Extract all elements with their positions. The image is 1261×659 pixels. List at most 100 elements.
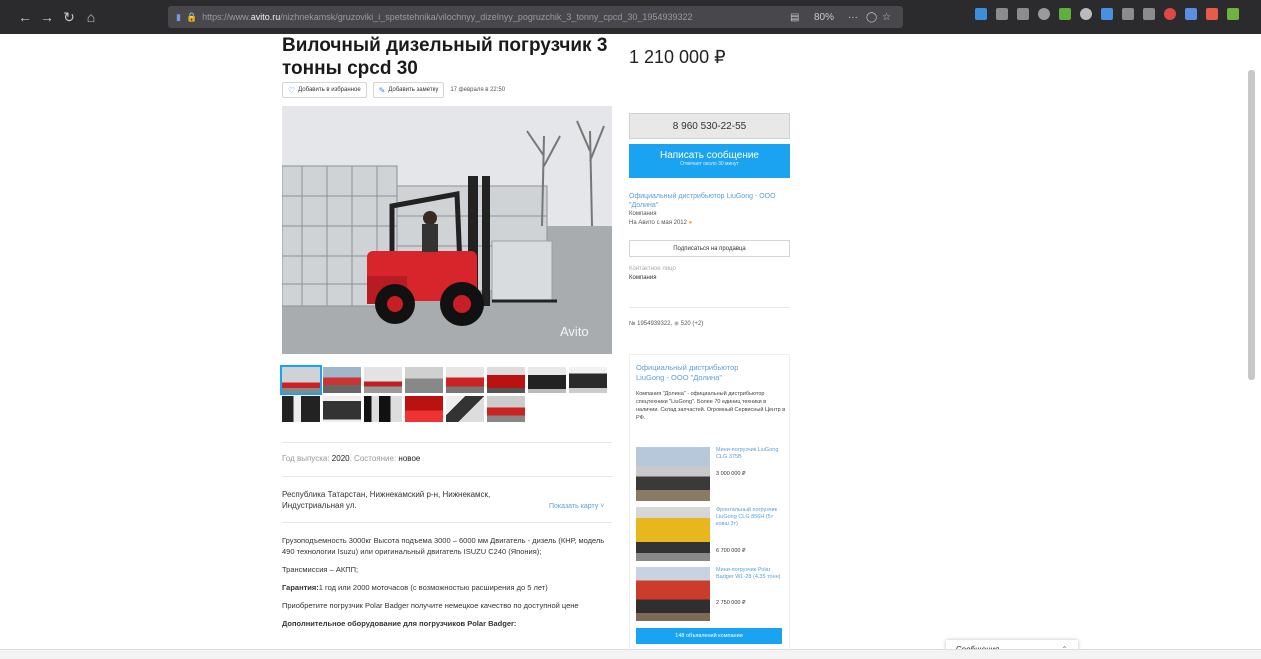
listing-specs: Год выпуска: 2020, Состояние: новое [282, 454, 421, 463]
thumbnail[interactable] [405, 396, 443, 422]
forklift-photo [282, 106, 612, 354]
divider [282, 522, 612, 523]
contact-person: Контактное лицо Компания [629, 265, 676, 283]
divider [282, 442, 612, 443]
extension-blue-icon[interactable] [1101, 8, 1113, 20]
bookmark-star-icon[interactable]: ☆ [882, 6, 891, 28]
promo-item[interactable]: Мини-погрузчик LiuGong CLG 375B 3 000 00… [636, 447, 786, 501]
description-paragraph: Трансмиссия – АКПП; [282, 565, 359, 574]
description-paragraph: Приобретите погрузчик Polar Badger получ… [282, 601, 579, 610]
promo-item[interactable]: Фронтальный погрузчик LiuGong CLG 856H (… [636, 507, 786, 561]
extension-red-icon[interactable] [1164, 8, 1176, 20]
status-bar [0, 649, 1261, 659]
url-domain: avito.ru [250, 12, 281, 22]
thumbnail[interactable] [569, 367, 607, 393]
pocket-icon[interactable]: ◯ [866, 6, 877, 28]
warranty-label: Гарантия: [282, 583, 319, 592]
promo-item-price: 6 700 000 ₽ [716, 548, 746, 554]
extension-flag-icon[interactable] [1206, 8, 1218, 20]
listing-date: 17 февраля в 22:50 [450, 87, 506, 93]
write-message-label: Написать сообщение [659, 150, 759, 161]
thumbnail[interactable] [528, 367, 566, 393]
description-paragraph: Гарантия:1 год или 2000 моточасов (с воз… [282, 582, 612, 593]
seller-name-link[interactable]: Официальный дистрибьютор LiuGong - ООО "… [629, 192, 789, 210]
subscribe-seller-button[interactable]: Подписаться на продавца [629, 240, 790, 257]
chevron-down-icon: ˅ [600, 503, 605, 510]
thumbnail[interactable] [280, 365, 322, 395]
promo-title-link[interactable]: Официальный дистрибьютор LiuGong - ООО "… [636, 363, 756, 383]
thumbnail[interactable] [405, 367, 443, 393]
reload-icon[interactable]: ↻ [58, 9, 80, 26]
promo-item-name: Фронтальный погрузчик LiuGong CLG 856H (… [716, 507, 777, 527]
show-phone-button[interactable]: 8 960 530-22-55 [629, 113, 790, 139]
promo-item-image [636, 447, 710, 501]
condition-value: новое [398, 454, 421, 463]
promo-item[interactable]: Мини-погрузчик Polar Badger WL-28 (4.35 … [636, 567, 786, 621]
extension-eye-icon[interactable] [1143, 8, 1155, 20]
show-map-link[interactable]: Показать карту ˅ [549, 503, 604, 510]
account-icon[interactable] [1038, 8, 1050, 20]
lock-icon: 🔒 [185, 11, 198, 22]
extension-gray-icon[interactable] [1080, 8, 1092, 20]
eye-icon: ◉ [673, 321, 680, 327]
divider [629, 307, 790, 308]
seller-info: Официальный дистрибьютор LiuGong - ООО "… [629, 192, 789, 228]
url-prefix: https://www. [202, 12, 251, 22]
all-company-ads-button[interactable]: 148 объявлений компании [636, 628, 782, 644]
note-icon: ✎ [378, 85, 386, 95]
listing-price: 1 210 000 ₽ [629, 47, 726, 67]
divider [282, 476, 612, 477]
thumbnail[interactable] [487, 396, 525, 422]
download-icon[interactable] [975, 8, 987, 20]
sidebar-icon[interactable] [1017, 8, 1029, 20]
year-value: 2020 [331, 454, 350, 463]
seller-type: Компания [629, 211, 657, 217]
show-map-label: Показать карту [549, 503, 599, 510]
heart-icon: ♡ [288, 85, 296, 95]
seller-since: На Авито с мая 2012 ● [629, 219, 789, 228]
thumbnail[interactable] [323, 396, 361, 422]
year-label: Год выпуска: [282, 454, 330, 463]
avito-watermark: Avito [560, 324, 589, 339]
listing-description: Грузоподъемность 3000кг Высота подъема 3… [282, 535, 612, 636]
back-icon[interactable]: ← [14, 9, 36, 25]
url-path: /nizhnekamsk/gruzoviki_i_spetstehnika/vi… [280, 12, 693, 22]
listing-title: Вилочный дизельный погрузчик 3 тонны cpc… [282, 35, 608, 79]
extension-box-icon[interactable] [1122, 8, 1134, 20]
description-heading: Дополнительное оборудование для погрузчи… [282, 619, 517, 628]
write-message-button[interactable]: Написать сообщение Отвечает около 30 мин… [629, 144, 790, 178]
response-time: Отвечает около 30 минут [680, 161, 739, 167]
promo-item-price: 2 750 000 ₽ [716, 600, 746, 606]
thumbnail[interactable] [282, 396, 320, 422]
views-count: 520 (+2) [680, 321, 704, 327]
extension-icons [975, 8, 1239, 20]
thumbnail[interactable] [364, 367, 402, 393]
promo-item-price: 3 000 000 ₽ [716, 471, 746, 477]
add-to-favorites-button[interactable]: ♡ Добавить в избранное [282, 82, 367, 98]
extension-square-icon[interactable] [1185, 8, 1197, 20]
scrollbar[interactable] [1248, 70, 1255, 380]
favorite-label: Добавить в избранное [298, 87, 361, 93]
promo-item-image [636, 507, 710, 561]
forward-icon[interactable]: → [36, 9, 58, 25]
extension-green-icon[interactable] [1059, 8, 1071, 20]
seller-since-text: На Авито с мая 2012 [629, 220, 687, 226]
promo-item-name: Мини-погрузчик Polar Badger WL-28 (4.35 … [716, 567, 781, 580]
page-actions-menu[interactable]: ··· [848, 6, 858, 28]
thumbnail[interactable] [323, 367, 361, 393]
thumbnail[interactable] [487, 367, 525, 393]
promo-item-image [636, 567, 710, 621]
main-photo[interactable]: Avito [282, 106, 612, 354]
home-icon[interactable]: ⌂ [80, 9, 102, 25]
library-icon[interactable] [996, 8, 1008, 20]
extension-menu-icon[interactable] [1227, 8, 1239, 20]
zoom-level[interactable]: 80% [814, 6, 834, 28]
thumbnail[interactable] [446, 367, 484, 393]
thumbnail[interactable] [364, 396, 402, 422]
contact-label: Контактное лицо [629, 266, 676, 272]
reader-icon[interactable]: ▤ [790, 6, 799, 28]
condition-label: Состояние: [354, 454, 397, 463]
listing-actions: ♡ Добавить в избранное ✎ Добавить заметку … [282, 82, 505, 98]
thumbnail[interactable] [446, 396, 484, 422]
add-note-button[interactable]: ✎ Добавить заметку [372, 82, 445, 98]
